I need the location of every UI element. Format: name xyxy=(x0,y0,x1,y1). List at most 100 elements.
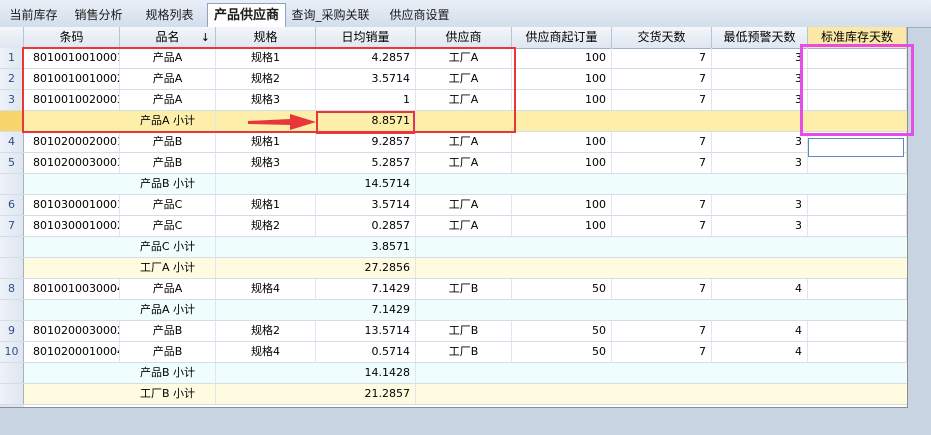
cell-supplier[interactable]: 工厂A xyxy=(416,216,512,236)
cell-lead[interactable]: 7 xyxy=(612,279,712,299)
cell-spec[interactable]: 规格2 xyxy=(216,321,316,341)
tab-2[interactable]: 销售分析 xyxy=(68,4,129,26)
cell-lead[interactable]: 7 xyxy=(612,195,712,215)
cell-barcode[interactable]: 8010010010001 xyxy=(24,48,120,68)
cell-avg[interactable]: 4.2857 xyxy=(316,48,416,68)
tab-3[interactable]: 规格列表 xyxy=(138,4,201,26)
cell-barcode[interactable]: 8010200010004 xyxy=(24,342,120,362)
cell-spec[interactable]: 规格2 xyxy=(216,69,316,89)
cell-avg[interactable]: 13.5714 xyxy=(316,321,416,341)
cell-std[interactable] xyxy=(808,90,907,110)
cell-avg[interactable]: 0.2857 xyxy=(316,216,416,236)
cell-moq[interactable]: 100 xyxy=(512,69,612,89)
subtotal-row[interactable]: 产品B 小计 14.1428 xyxy=(0,363,907,384)
cell-spec[interactable]: 规格1 xyxy=(216,132,316,152)
cell-barcode[interactable]: 8010200030003 xyxy=(24,153,120,173)
cell-supplier[interactable]: 工厂B xyxy=(416,342,512,362)
column-header-std[interactable]: 标准库存天数 xyxy=(808,27,907,48)
cell-warn[interactable]: 3 xyxy=(712,132,808,152)
table-row[interactable]: 3 8010010020003 产品A 规格3 1 工厂A 100 7 3 xyxy=(0,90,907,111)
cell-lead[interactable]: 7 xyxy=(612,216,712,236)
cell-moq[interactable]: 50 xyxy=(512,279,612,299)
cell-warn[interactable]: 3 xyxy=(712,153,808,173)
table-row[interactable]: 8 8010010030004 产品A 规格4 7.1429 工厂B 50 7 4 xyxy=(0,279,907,300)
table-row[interactable]: 4 8010200020001 产品B 规格1 9.2857 工厂A 100 7 3 xyxy=(0,132,907,153)
tab-4[interactable]: 产品供应商 xyxy=(207,3,286,28)
cell-warn[interactable]: 4 xyxy=(712,279,808,299)
cell-name[interactable]: 产品A xyxy=(120,90,216,110)
cell-barcode[interactable]: 8010010020003 xyxy=(24,90,120,110)
column-header-barcode[interactable]: 条码 xyxy=(24,27,120,48)
cell-std[interactable] xyxy=(808,321,907,341)
cell-moq[interactable]: 50 xyxy=(512,342,612,362)
table-row[interactable]: 9 8010200030002 产品B 规格2 13.5714 工厂B 50 7 4 xyxy=(0,321,907,342)
cell-name[interactable]: 产品A xyxy=(120,279,216,299)
column-header-avg[interactable]: 日均销量 xyxy=(316,27,416,48)
cell-supplier[interactable]: 工厂A xyxy=(416,132,512,152)
table-row[interactable]: 7 8010300010002 产品C 规格2 0.2857 工厂A 100 7 3 xyxy=(0,216,907,237)
table-row[interactable]: 6 8010300010001 产品C 规格1 3.5714 工厂A 100 7 3 xyxy=(0,195,907,216)
column-header-spec[interactable]: 规格 xyxy=(216,27,316,48)
column-header-warn[interactable]: 最低预警天数 xyxy=(712,27,808,48)
cell-supplier[interactable]: 工厂A xyxy=(416,195,512,215)
cell-std[interactable] xyxy=(808,342,907,362)
std-stock-days-editor[interactable] xyxy=(808,138,904,157)
cell-spec[interactable]: 规格4 xyxy=(216,342,316,362)
cell-warn[interactable]: 3 xyxy=(712,216,808,236)
column-header-name[interactable]: 品名 ↓ xyxy=(120,27,216,48)
cell-moq[interactable]: 50 xyxy=(512,321,612,341)
table-row[interactable]: 5 8010200030003 产品B 规格3 5.2857 工厂A 100 7 3 xyxy=(0,153,907,174)
cell-spec[interactable]: 规格3 xyxy=(216,90,316,110)
cell-avg[interactable]: 3.5714 xyxy=(316,195,416,215)
cell-moq[interactable]: 100 xyxy=(512,90,612,110)
cell-lead[interactable]: 7 xyxy=(612,153,712,173)
cell-supplier[interactable]: 工厂A xyxy=(416,90,512,110)
cell-name[interactable]: 产品B xyxy=(120,321,216,341)
cell-name[interactable]: 产品A xyxy=(120,48,216,68)
cell-warn[interactable]: 4 xyxy=(712,321,808,341)
cell-avg[interactable]: 1 xyxy=(316,90,416,110)
cell-moq[interactable]: 100 xyxy=(512,48,612,68)
cell-warn[interactable]: 4 xyxy=(712,342,808,362)
cell-lead[interactable]: 7 xyxy=(612,132,712,152)
table-row[interactable]: 1 8010010010001 产品A 规格1 4.2857 工厂A 100 7 3 xyxy=(0,48,907,69)
column-header-lead[interactable]: 交货天数 xyxy=(612,27,712,48)
group-subtotal-row[interactable]: 工厂B 小计 21.2857 xyxy=(0,384,907,405)
tab-1[interactable]: 当前库存 xyxy=(0,4,67,26)
cell-spec[interactable]: 规格3 xyxy=(216,153,316,173)
cell-warn[interactable]: 3 xyxy=(712,48,808,68)
subtotal-row[interactable]: 产品A 小计 8.8571 xyxy=(0,111,907,132)
cell-name[interactable]: 产品B xyxy=(120,132,216,152)
cell-spec[interactable]: 规格4 xyxy=(216,279,316,299)
subtotal-row[interactable]: 产品A 小计 7.1429 xyxy=(0,300,907,321)
cell-supplier[interactable]: 工厂A xyxy=(416,69,512,89)
cell-supplier[interactable]: 工厂B xyxy=(416,279,512,299)
cell-moq[interactable]: 100 xyxy=(512,153,612,173)
cell-warn[interactable]: 3 xyxy=(712,90,808,110)
cell-warn[interactable]: 3 xyxy=(712,195,808,215)
column-header-moq[interactable]: 供应商起订量 xyxy=(512,27,612,48)
cell-supplier[interactable]: 工厂A xyxy=(416,153,512,173)
cell-barcode[interactable]: 8010010030004 xyxy=(24,279,120,299)
cell-avg[interactable]: 5.2857 xyxy=(316,153,416,173)
cell-barcode[interactable]: 8010300010002 xyxy=(24,216,120,236)
cell-warn[interactable]: 3 xyxy=(712,69,808,89)
subtotal-row[interactable]: 产品C 小计 3.8571 xyxy=(0,237,907,258)
table-row[interactable]: 10 8010200010004 产品B 规格4 0.5714 工厂B 50 7 4 xyxy=(0,342,907,363)
subtotal-row[interactable]: 产品B 小计 14.5714 xyxy=(0,174,907,195)
cell-supplier[interactable]: 工厂B xyxy=(416,321,512,341)
cell-name[interactable]: 产品B xyxy=(120,153,216,173)
column-header-supplier[interactable]: 供应商 xyxy=(416,27,512,48)
cell-name[interactable]: 产品B xyxy=(120,342,216,362)
cell-std[interactable] xyxy=(808,69,907,89)
cell-avg[interactable]: 3.5714 xyxy=(316,69,416,89)
cell-avg[interactable]: 0.5714 xyxy=(316,342,416,362)
cell-lead[interactable]: 7 xyxy=(612,321,712,341)
cell-barcode[interactable]: 8010300010001 xyxy=(24,195,120,215)
cell-spec[interactable]: 规格1 xyxy=(216,195,316,215)
tab-6[interactable]: 供应商设置 xyxy=(377,4,462,26)
tab-5[interactable]: 查询_采购关联 xyxy=(285,4,376,26)
cell-std[interactable] xyxy=(808,195,907,215)
cell-moq[interactable]: 100 xyxy=(512,216,612,236)
cell-std[interactable] xyxy=(808,216,907,236)
